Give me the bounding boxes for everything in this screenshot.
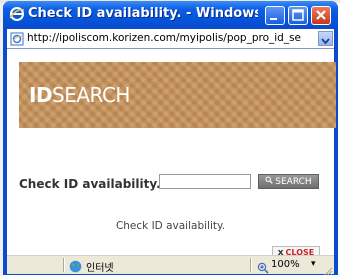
address-dropdown-button[interactable] [318,31,333,46]
address-bar[interactable]: http://ipoliscom.korizen.com/myipolis/po… [7,29,334,49]
banner-title: IDSEARCH [29,83,130,107]
page-icon [10,31,24,46]
zoom-level[interactable]: 100% [271,259,300,270]
page-content: IDSEARCH Check ID availability. SEARCH C… [7,49,336,259]
availability-message: Check ID availability. [115,220,226,232]
search-button[interactable]: SEARCH [258,174,319,189]
globe-icon [69,258,82,273]
internet-explorer-icon [9,6,25,22]
status-divider [250,258,251,272]
window-body: http://ipoliscom.korizen.com/myipolis/po… [7,29,336,276]
magnifier-icon [265,176,274,187]
zoom-icon[interactable] [257,259,269,274]
banner-title-light: SEARCH [52,83,130,107]
resize-grip-icon[interactable] [323,261,333,276]
security-zone: 인터넷 [86,263,114,274]
id-field-label: Check ID availability. [19,177,161,191]
id-search-banner: IDSEARCH [19,62,336,128]
title-bar[interactable]: Check ID availability. - Windows I... [3,1,338,29]
address-url[interactable]: http://ipoliscom.korizen.com/myipolis/po… [27,32,315,46]
status-bar: 인터넷 100% ▾ [7,255,334,276]
popup-window: Check ID availability. - Windows I... ht… [3,1,338,276]
id-input[interactable] [159,174,251,189]
close-window-button[interactable] [311,6,331,25]
window-title: Check ID availability. - Windows I... [28,6,258,21]
search-button-label: SEARCH [275,176,312,187]
minimize-button[interactable] [265,6,285,25]
banner-title-bold: ID [29,83,53,107]
zoom-dropdown-icon[interactable]: ▾ [311,259,316,269]
maximize-button[interactable] [288,6,308,25]
status-divider [63,258,64,272]
